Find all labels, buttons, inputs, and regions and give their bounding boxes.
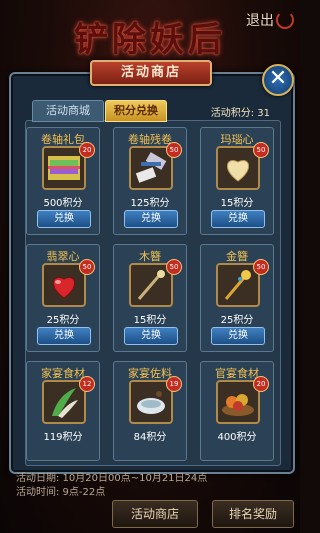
exchange-button[interactable]: 兑换 <box>37 327 91 345</box>
item-card-scroll-pack: 卷轴礼包 20 500积分 兑换 <box>26 127 100 235</box>
event-title: 铲除妖后 <box>74 20 226 60</box>
exchange-button[interactable]: 兑换 <box>211 210 265 228</box>
count-badge: 20 <box>79 142 95 158</box>
exit-label: 退出 <box>246 13 274 29</box>
item-price: 400积分 <box>217 432 257 443</box>
exchange-button[interactable]: 兑换 <box>211 327 265 345</box>
count-badge: 50 <box>166 259 182 275</box>
item-price: 25积分 <box>46 315 80 326</box>
item-card-seasoning: 家宴佐料 19 84积分 <box>113 361 187 461</box>
rank-reward-button[interactable]: 排名奖励 <box>212 500 294 528</box>
exchange-button[interactable]: 兑换 <box>37 210 91 228</box>
exit-icon <box>276 11 294 29</box>
item-card-gold-hairpin: 金簪 50 25积分 兑换 <box>200 244 274 352</box>
item-card-vegetable: 家宴食材 12 119积分 <box>26 361 100 461</box>
count-badge: 50 <box>79 259 95 275</box>
event-date: 活动日期: 10月20日00点~10月21日24点 <box>16 473 208 484</box>
points-display: 活动积分: 31 <box>211 104 270 119</box>
count-badge: 50 <box>253 259 269 275</box>
count-badge: 20 <box>253 376 269 392</box>
shop-title: 活动商店 <box>90 60 212 86</box>
tab-points-exchange[interactable]: 积分兑换 <box>105 100 167 122</box>
exchange-button[interactable]: 兑换 <box>124 327 178 345</box>
event-time: 活动时间: 9点-22点 <box>16 487 106 498</box>
item-price: 119积分 <box>43 432 83 443</box>
exit-button[interactable]: 退出 <box>246 10 294 30</box>
count-badge: 50 <box>253 142 269 158</box>
tab-event-mall[interactable]: 活动商城 <box>32 100 104 122</box>
item-price: 500积分 <box>43 198 83 209</box>
points-label: 活动积分: <box>210 108 255 119</box>
points-value: 31 <box>257 108 270 119</box>
event-info: 活动日期: 10月20日00点~10月21日24点 活动时间: 9点-22点 <box>16 472 207 500</box>
item-card-agate-heart: 玛瑙心 50 15积分 兑换 <box>200 127 274 235</box>
item-price: 84积分 <box>133 432 167 443</box>
item-price: 25积分 <box>220 315 254 326</box>
item-card-scroll-fragment: 卷轴残卷 50 125积分 兑换 <box>113 127 187 235</box>
count-badge: 19 <box>166 376 182 392</box>
item-card-jade-heart: 翡翠心 50 25积分 兑换 <box>26 244 100 352</box>
exchange-button[interactable]: 兑换 <box>124 210 178 228</box>
close-icon[interactable]: ✕ <box>262 64 294 96</box>
item-card-wood-hairpin: 木簪 50 15积分 兑换 <box>113 244 187 352</box>
count-badge: 50 <box>166 142 182 158</box>
item-card-fruit-basket: 官宴食材 20 400积分 <box>200 361 274 461</box>
event-shop-button[interactable]: 活动商店 <box>112 500 198 528</box>
item-grid: 卷轴礼包 20 500积分 兑换 卷轴残卷 50 125积分 兑换 玛瑙心 50… <box>26 127 274 467</box>
item-price: 125积分 <box>130 198 170 209</box>
item-price: 15积分 <box>220 198 254 209</box>
count-badge: 12 <box>79 376 95 392</box>
item-price: 15积分 <box>133 315 167 326</box>
